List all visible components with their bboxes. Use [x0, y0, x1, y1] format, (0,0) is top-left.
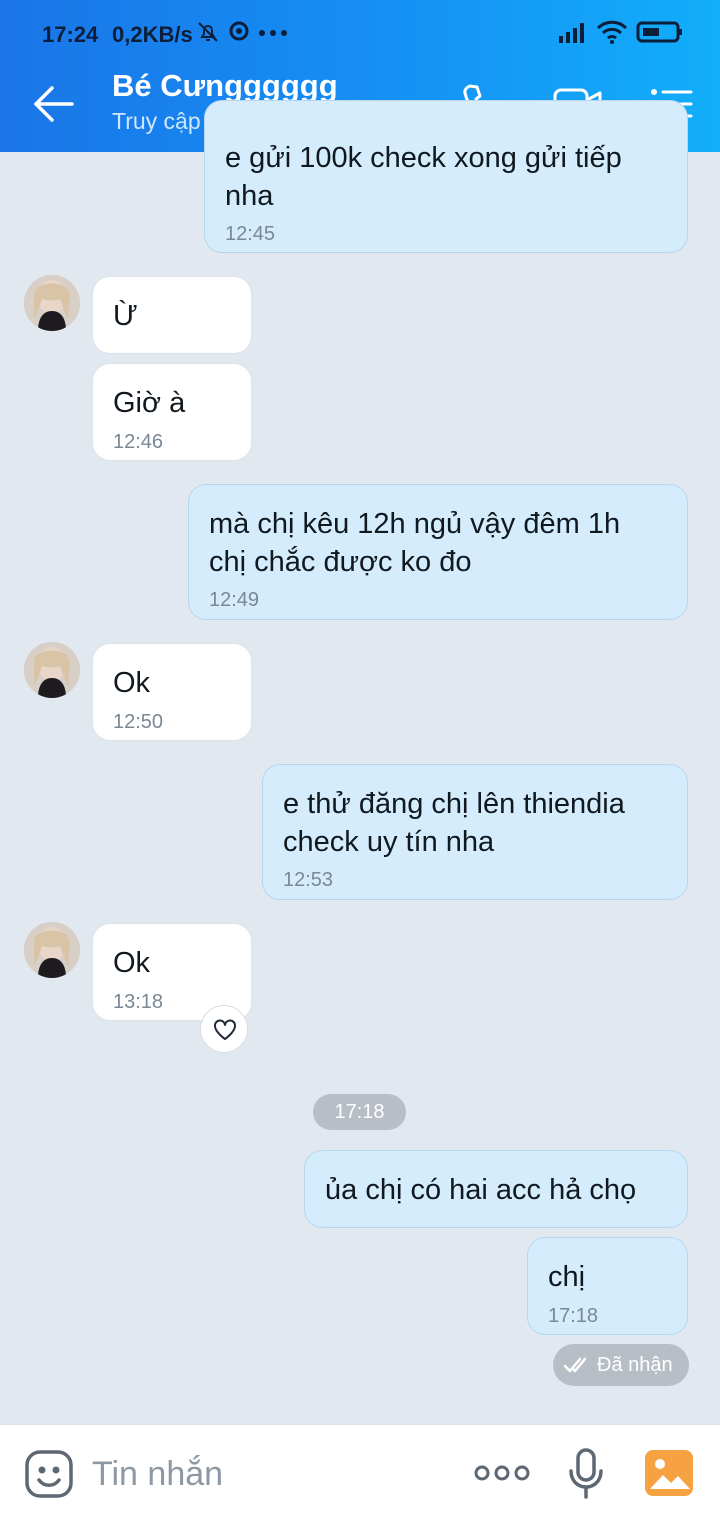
message-time: 12:53 [283, 869, 334, 891]
more-options-icon[interactable] [474, 1461, 530, 1485]
bell-off-icon [196, 20, 220, 44]
contact-name[interactable]: Bé Cưngggggg [112, 68, 338, 104]
message-text: e gửi 100k check xong gửi tiếp nha [225, 142, 622, 212]
message-composer: Tin nhắn [0, 1424, 720, 1520]
signal-icon [558, 20, 588, 44]
wifi-icon [596, 20, 628, 44]
message-bubble-outgoing[interactable]: mà chị kêu 12h ngủ vậy đêm 1h chị chắc đ… [188, 484, 688, 620]
message-text: chị [548, 1261, 586, 1293]
avatar[interactable] [24, 642, 80, 698]
status-network-speed: 0,2KB/s [112, 22, 193, 47]
battery-icon [636, 20, 684, 44]
message-input[interactable]: Tin nhắn [92, 1449, 223, 1499]
avatar[interactable] [24, 922, 80, 978]
heart-icon [214, 1019, 236, 1040]
message-text: e thử đăng chị lên thiendia check uy tín… [283, 788, 625, 858]
more-dots-icon [258, 20, 288, 42]
message-time: 13:18 [113, 991, 164, 1013]
avatar[interactable] [24, 275, 80, 331]
message-time: 12:50 [113, 711, 164, 733]
emoji-icon[interactable] [24, 1449, 74, 1499]
message-time: 12:49 [209, 589, 260, 611]
message-time: 12:45 [225, 223, 276, 245]
delivery-status-badge: Đã nhận [553, 1344, 689, 1386]
microphone-icon[interactable] [566, 1447, 606, 1501]
sync-icon [228, 20, 250, 42]
message-text: Ừ [113, 300, 138, 332]
message-bubble-outgoing[interactable]: e gửi 100k check xong gửi tiếp nha 12:45 [204, 100, 688, 253]
time-separator: 17:18 [313, 1094, 406, 1130]
message-text: Ok [113, 667, 151, 699]
message-bubble-outgoing[interactable]: e thử đăng chị lên thiendia check uy tín… [262, 764, 688, 900]
message-time: 17:18 [548, 1305, 599, 1327]
message-bubble-outgoing[interactable]: ủa chị có hai acc hả chọ [304, 1150, 688, 1228]
message-time: 12:46 [113, 431, 164, 453]
status-bar: 17:24 0,2KB/s [0, 0, 720, 60]
back-arrow-icon[interactable] [32, 84, 76, 124]
message-text: Giờ à [113, 387, 186, 419]
double-check-icon [563, 1357, 587, 1373]
message-bubble-incoming[interactable]: Ừ [92, 276, 252, 354]
message-text: Ok [113, 947, 151, 979]
message-text: mà chị kêu 12h ngủ vậy đêm 1h chị chắc đ… [209, 508, 621, 578]
message-bubble-incoming[interactable]: Ok 12:50 [92, 643, 252, 741]
react-heart-button[interactable] [200, 1005, 248, 1053]
message-text: ủa chị có hai acc hả chọ [325, 1174, 637, 1206]
delivery-status-text: Đã nhận [597, 1354, 673, 1376]
status-time: 17:24 [42, 22, 99, 47]
image-gallery-icon[interactable] [644, 1449, 694, 1497]
message-bubble-outgoing[interactable]: chị 17:18 [527, 1237, 688, 1335]
message-bubble-incoming[interactable]: Giờ à 12:46 [92, 363, 252, 461]
